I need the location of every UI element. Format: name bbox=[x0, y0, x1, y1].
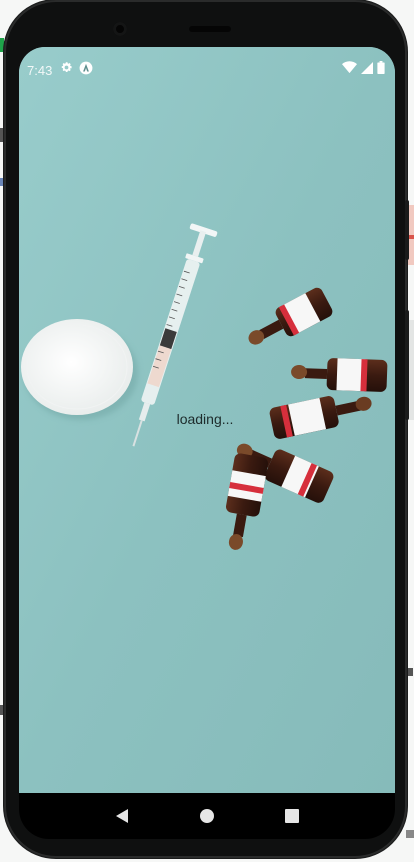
wifi-icon bbox=[342, 61, 357, 79]
cellular-signal-icon bbox=[361, 61, 373, 79]
status-bar: 7:43 bbox=[19, 47, 395, 93]
device-stage: 7:43 loading... bbox=[0, 0, 414, 862]
app-notification-icon bbox=[79, 61, 93, 80]
volume-button bbox=[405, 310, 409, 420]
back-triangle-icon bbox=[115, 809, 128, 823]
home-button[interactable] bbox=[192, 801, 222, 831]
loading-text: loading... bbox=[176, 411, 234, 427]
settings-gear-icon bbox=[60, 61, 73, 79]
navigation-bar bbox=[19, 793, 395, 839]
back-button[interactable] bbox=[107, 801, 137, 831]
earpiece-speaker bbox=[189, 26, 231, 32]
battery-icon bbox=[377, 61, 385, 79]
recents-square-icon bbox=[285, 809, 300, 823]
home-circle-icon bbox=[199, 809, 214, 823]
status-time: 7:43 bbox=[27, 62, 53, 78]
power-button bbox=[405, 200, 409, 260]
recents-button[interactable] bbox=[277, 801, 307, 831]
front-camera bbox=[113, 22, 127, 36]
device-screen: 7:43 loading... bbox=[19, 47, 395, 793]
